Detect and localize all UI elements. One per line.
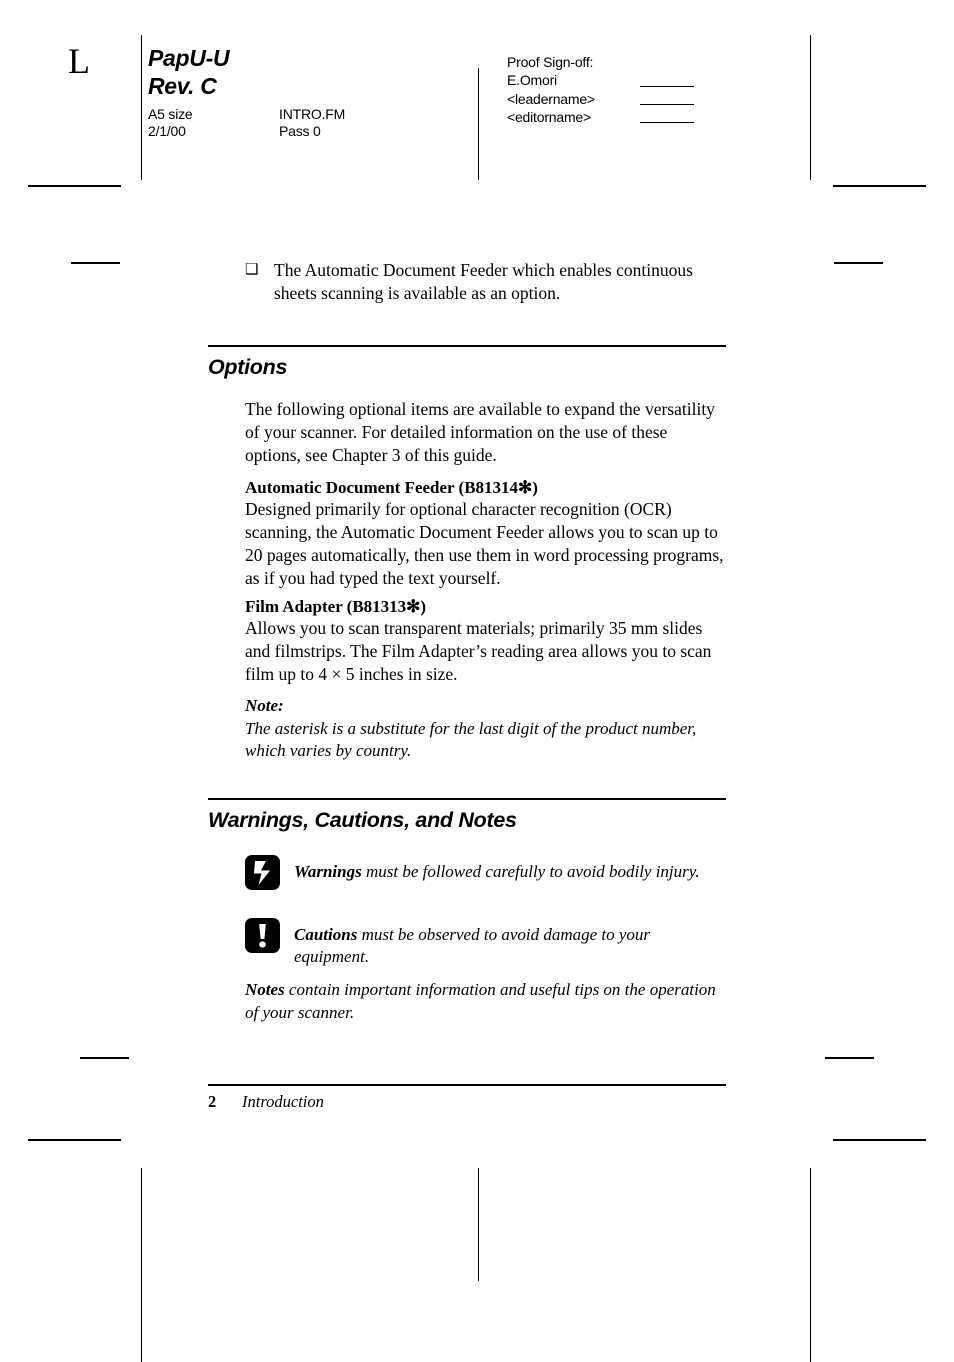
- proof-signoff-row: <leadername>: [507, 90, 694, 108]
- section-divider: [208, 798, 726, 800]
- section-heading-warnings-cautions-notes: Warnings, Cautions, and Notes: [208, 808, 517, 832]
- signature-line[interactable]: [640, 74, 694, 87]
- proof-signoff-row: <editorname>: [507, 108, 694, 126]
- note-text: The asterisk is a substitute for the las…: [245, 718, 697, 761]
- bullet-square-icon: ❑: [245, 262, 259, 278]
- admonition-caution-text: Cautions must be observed to avoid damag…: [294, 918, 729, 969]
- job-title-line1: PapU-U: [148, 45, 230, 71]
- signoff-name: <editorname>: [507, 108, 591, 125]
- sheet-side-mark: L: [68, 41, 91, 81]
- admonition-warning: Warnings must be followed carefully to a…: [245, 855, 729, 890]
- crop-mark-lower-left-short: [80, 1057, 129, 1059]
- note-asterisk: Note: The asterisk is a substitute for t…: [245, 695, 729, 763]
- paper-size: A5 size: [148, 106, 193, 122]
- crop-mark-upper-left-short: [71, 262, 120, 264]
- crop-mark-top-left: [28, 185, 121, 187]
- section-heading-options: Options: [208, 355, 288, 379]
- job-metadata-row: A5 size INTRO.FM: [148, 106, 419, 123]
- job-metadata: A5 size INTRO.FM 2/1/00 Pass 0: [148, 106, 419, 141]
- subheading-automatic-document-feeder: Automatic Document Feeder (B81314✻): [245, 478, 538, 497]
- paragraph-film-adapter: Allows you to scan transparent materials…: [245, 618, 712, 684]
- subheading-film-adapter: Film Adapter (B81313✻): [245, 597, 427, 616]
- page-footer: 2 Introduction: [208, 1091, 324, 1112]
- note-label: Note:: [245, 696, 284, 715]
- admonition-warning-body: must be followed carefully to avoid bodi…: [361, 862, 700, 881]
- job-title-line2: Rev. C: [148, 73, 217, 100]
- chapter-name: Introduction: [242, 1092, 324, 1111]
- page-number: 2: [208, 1092, 217, 1111]
- crop-mark-lower-right-short: [825, 1057, 874, 1059]
- crop-mark-upper-right-short: [834, 262, 883, 264]
- list-item-text: The Automatic Document Feeder which enab…: [274, 260, 693, 304]
- footer-divider: [208, 1084, 726, 1086]
- proof-signoff-title: Proof Sign-off:: [507, 54, 594, 70]
- job-title: PapU-U Rev. C: [148, 44, 448, 100]
- job-date: 2/1/00: [148, 123, 186, 140]
- admonition-note: Notes contain important information and …: [245, 979, 729, 1024]
- pass-number: Pass 0: [279, 123, 321, 140]
- admonition-caution-label: Cautions: [294, 925, 358, 944]
- crop-mark-top-right: [833, 185, 926, 187]
- signoff-name: <leadername>: [507, 90, 595, 107]
- signature-line[interactable]: [640, 92, 694, 105]
- signature-line[interactable]: [640, 110, 694, 124]
- signoff-name: E.Omori: [507, 72, 557, 89]
- admonition-note-body: contain important information and useful…: [245, 980, 716, 1022]
- paragraph-automatic-document-feeder: Designed primarily for optional characte…: [245, 499, 724, 588]
- list-item: ❑ The Automatic Document Feeder which en…: [245, 259, 729, 305]
- proof-signoff-title-row: Proof Sign-off:: [507, 53, 694, 71]
- warning-lightning-icon: [245, 855, 280, 890]
- admonition-caution: Cautions must be observed to avoid damag…: [245, 918, 729, 969]
- registration-rule-right-bottom: [810, 1168, 811, 1362]
- registration-rule-left-top: [141, 35, 142, 180]
- job-metadata-row: 2/1/00 Pass 0: [148, 123, 419, 140]
- admonition-note-label: Notes: [245, 980, 285, 999]
- file-name: INTRO.FM: [279, 106, 346, 122]
- proof-signoff-block: Proof Sign-off: E.Omori <leadername> <ed…: [507, 53, 694, 126]
- caution-exclamation-icon: [245, 918, 280, 953]
- section-divider: [208, 345, 726, 347]
- registration-rule-center-top: [478, 68, 479, 180]
- registration-rule-right-top: [810, 35, 811, 180]
- admonition-warning-label: Warnings: [294, 862, 362, 881]
- options-intro-paragraph: The following optional items are availab…: [245, 399, 715, 465]
- document-page: L PapU-U Rev. C A5 size INTRO.FM 2/1/00 …: [0, 0, 954, 1362]
- admonition-warning-text: Warnings must be followed carefully to a…: [294, 855, 700, 883]
- proof-signoff-row: E.Omori: [507, 71, 694, 89]
- crop-mark-bottom-right: [833, 1139, 926, 1141]
- registration-rule-center-bottom: [478, 1168, 479, 1281]
- crop-mark-bottom-left: [28, 1139, 121, 1141]
- registration-rule-left-bottom: [141, 1168, 142, 1362]
